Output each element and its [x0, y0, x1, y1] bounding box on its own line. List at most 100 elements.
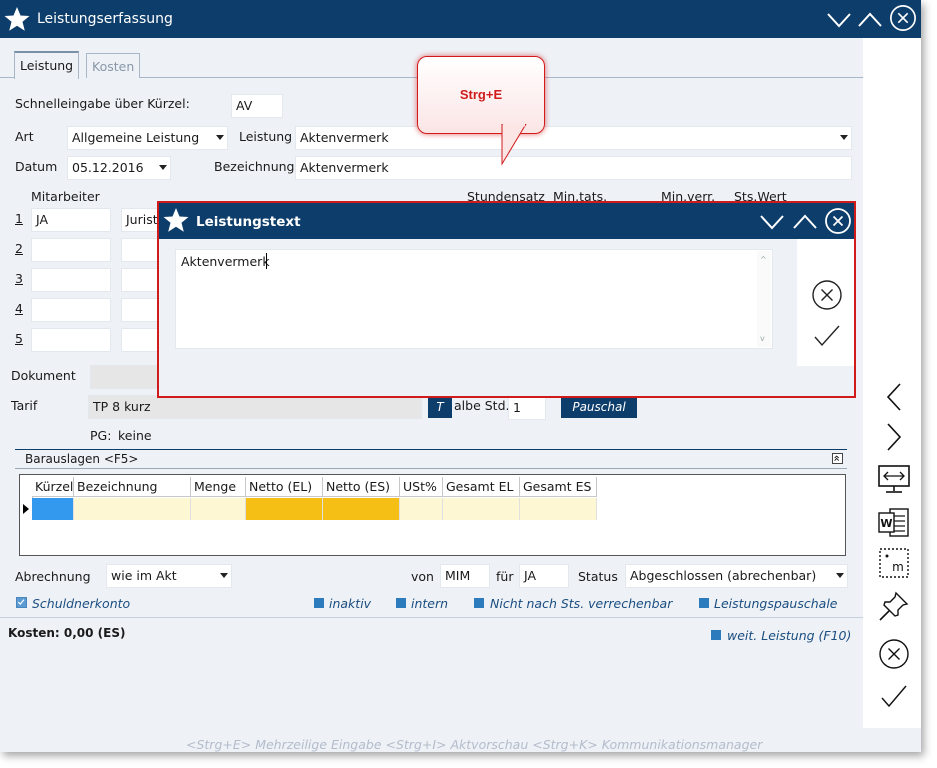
- callout-pointer: [501, 124, 527, 166]
- row-number: 4: [15, 301, 23, 316]
- maximize-chevron-icon[interactable]: [791, 207, 819, 235]
- scroll-down-icon[interactable]: v: [760, 334, 765, 343]
- grid-header-ust[interactable]: USt%: [400, 477, 443, 497]
- minimize-chevron-icon[interactable]: [758, 207, 786, 235]
- chevron-down-icon: [840, 135, 848, 140]
- mitarbeiter-label: Mitarbeiter: [31, 189, 100, 204]
- grid-cell-ust[interactable]: [400, 498, 443, 520]
- tarif-label: Tarif: [11, 398, 38, 413]
- grid-cell-gesamt-el[interactable]: [443, 498, 520, 520]
- leistung-value: Aktenvermerk: [300, 130, 389, 145]
- mitarbeiter-kuerzel-input[interactable]: [31, 298, 111, 322]
- datum-dropdown[interactable]: 05.12.2016: [67, 156, 171, 180]
- scroll-up-icon[interactable]: ^: [760, 255, 767, 264]
- weitere-leistung-checkbox[interactable]: [711, 630, 721, 640]
- mitarbeiter-rolle-input[interactable]: Jurist: [121, 208, 161, 232]
- grid-header-bezeichnung[interactable]: Bezeichnung: [74, 477, 191, 497]
- grid-header-menge[interactable]: Menge: [191, 477, 246, 497]
- grid-header-netto-el[interactable]: Netto (EL): [246, 477, 323, 497]
- pin-icon[interactable]: [876, 590, 912, 624]
- pauschal-button[interactable]: Pauschal: [561, 396, 637, 418]
- art-dropdown[interactable]: Allgemeine Leistung: [67, 126, 228, 150]
- fuer-label: für: [496, 569, 514, 584]
- leistungstext-textarea[interactable]: Aktenvermerk ^ v: [175, 249, 773, 349]
- mitarbeiter-rolle-input[interactable]: [121, 238, 161, 262]
- inaktiv-checkbox[interactable]: [314, 598, 324, 608]
- intern-label: intern: [411, 596, 449, 611]
- tarif-t-button[interactable]: T: [428, 396, 452, 418]
- nicht-nach-sts-checkbox[interactable]: [474, 598, 484, 608]
- svg-text:m: m: [892, 560, 904, 574]
- close-icon[interactable]: [823, 206, 853, 236]
- mitarbeiter-rolle-input[interactable]: [121, 268, 161, 292]
- abrechnung-dropdown[interactable]: wie im Akt: [106, 564, 232, 588]
- grid-cell-netto-es[interactable]: [323, 498, 400, 520]
- svg-text:W: W: [880, 517, 892, 530]
- barauslagen-title: Barauslagen <F5>: [25, 452, 139, 466]
- leistungspauschale-checkbox[interactable]: [699, 598, 709, 608]
- datum-value: 05.12.2016: [72, 160, 144, 175]
- mitarbeiter-kuerzel-input[interactable]: JA: [31, 208, 111, 232]
- collapse-icon[interactable]: [832, 453, 843, 464]
- schuldnerkonto-checkbox[interactable]: [16, 597, 27, 608]
- grid-header-kuerzel[interactable]: Kürzel: [32, 477, 74, 497]
- tab-leistung[interactable]: Leistung: [14, 51, 80, 79]
- barauslagen-grid[interactable]: Kürzel Bezeichnung Menge Netto (EL) Nett…: [19, 474, 846, 556]
- abrechnung-value: wie im Akt: [111, 568, 177, 583]
- mitarbeiter-rolle-input[interactable]: [121, 298, 161, 322]
- next-chevron-icon[interactable]: [876, 420, 912, 454]
- intern-checkbox[interactable]: [396, 598, 406, 608]
- mitarbeiter-rolle-input[interactable]: [121, 328, 161, 352]
- status-value: Abgeschlossen (abrechenbar): [630, 568, 817, 583]
- grid-cell-gesamt-es[interactable]: [520, 498, 597, 520]
- dokument-input[interactable]: [90, 365, 160, 389]
- word-document-icon[interactable]: W: [876, 506, 912, 540]
- schuldnerkonto-label: Schuldnerkonto: [32, 596, 131, 611]
- dokument-label: Dokument: [11, 368, 76, 383]
- schnelleingabe-label: Schnelleingabe über Kürzel:: [15, 96, 190, 111]
- mitarbeiter-kuerzel-input[interactable]: [31, 328, 111, 352]
- fuer-input[interactable]: JA: [519, 564, 569, 588]
- row-number: 1: [15, 211, 23, 226]
- grid-header-gesamt-es[interactable]: Gesamt ES: [520, 477, 597, 497]
- tarif-input[interactable]: TP 8 kurz: [88, 395, 422, 419]
- grid-cell-bezeichnung[interactable]: [74, 498, 191, 520]
- minimize-chevron-icon[interactable]: [825, 5, 853, 33]
- tab-leistung-label: Leistung: [20, 58, 74, 73]
- halbe-std-input[interactable]: 1: [508, 396, 546, 420]
- von-input[interactable]: MIM: [440, 564, 490, 588]
- grid-cell-netto-el[interactable]: [246, 498, 323, 520]
- mitarbeiter-kuerzel-input[interactable]: [31, 268, 111, 292]
- tab-kosten[interactable]: Kosten: [86, 53, 141, 78]
- chevron-down-icon: [836, 573, 844, 578]
- bezeichnung-input[interactable]: Aktenvermerk: [295, 156, 852, 180]
- close-icon[interactable]: [889, 4, 917, 32]
- pg-label: PG:: [90, 428, 112, 443]
- textarea-scrollbar[interactable]: ^ v: [757, 251, 771, 347]
- von-label: von: [411, 569, 434, 584]
- grid-cell-menge[interactable]: [191, 498, 246, 520]
- leistung-dropdown[interactable]: Aktenvermerk: [295, 126, 852, 150]
- tab-kosten-label: Kosten: [92, 59, 135, 74]
- monitor-width-icon[interactable]: [876, 463, 912, 497]
- barauslagen-bottom-line: [15, 468, 847, 469]
- row-number: 2: [15, 241, 23, 256]
- shortcut-callout: Strg+E: [417, 56, 545, 134]
- confirm-check-icon[interactable]: [813, 323, 841, 349]
- previous-chevron-icon[interactable]: [876, 380, 912, 414]
- grid-header-netto-es[interactable]: Netto (ES): [323, 477, 400, 497]
- maximize-chevron-icon[interactable]: [856, 5, 884, 33]
- template-placeholder-icon[interactable]: m: [876, 546, 912, 580]
- mitarbeiter-kuerzel-input[interactable]: [31, 238, 111, 262]
- nicht-nach-sts-label: Nicht nach Sts. verrechenbar: [490, 596, 673, 611]
- row-number: 5: [15, 331, 23, 346]
- grid-header-gesamt-el[interactable]: Gesamt EL: [443, 477, 520, 497]
- confirm-check-icon[interactable]: [876, 680, 912, 714]
- status-dropdown[interactable]: Abgeschlossen (abrechenbar): [625, 564, 848, 588]
- pg-value: keine: [118, 428, 152, 443]
- cancel-circle-icon[interactable]: [876, 637, 912, 671]
- schnelleingabe-input[interactable]: AV: [231, 94, 283, 118]
- cancel-circle-icon[interactable]: [811, 279, 843, 311]
- weitere-leistung-label: weit. Leistung (F10): [727, 628, 852, 643]
- grid-cell-kuerzel[interactable]: [32, 498, 74, 520]
